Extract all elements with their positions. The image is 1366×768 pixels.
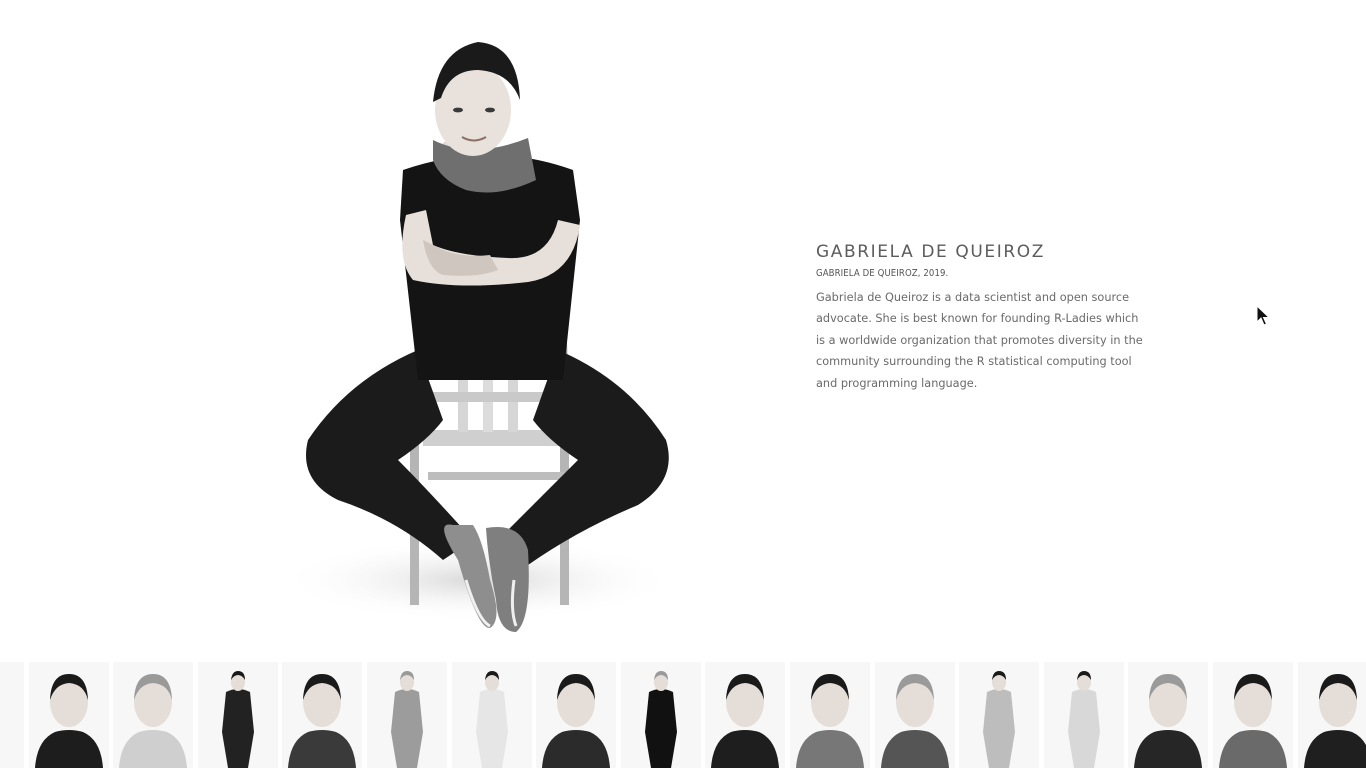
portrait-thumb-13[interactable]: [959, 662, 1040, 768]
artwork-title: GABRIELA DE QUEIROZ: [816, 242, 1045, 262]
artwork-description: Gabriela de Queiroz is a data scientist …: [816, 291, 1143, 390]
portrait-thumb-07[interactable]: [451, 662, 532, 768]
portrait-thumb-08[interactable]: [536, 662, 617, 768]
artwork-subtitle: GABRIELA DE QUEIROZ, 2019.: [816, 268, 949, 279]
portrait-thumb-16[interactable]: [1213, 662, 1293, 768]
portrait-thumb-09[interactable]: [620, 662, 701, 768]
portrait-thumb-15[interactable]: [1128, 662, 1209, 768]
portrait-thumb-14[interactable]: [1043, 662, 1124, 768]
portrait-thumb-05[interactable]: [282, 662, 363, 768]
portrait-thumb-03[interactable]: [113, 662, 194, 768]
portrait-thumb-04[interactable]: [197, 662, 278, 768]
portrait-thumb-02[interactable]: [28, 662, 109, 768]
gallery-page: GABRIELA DE QUEIROZ GABRIELA DE QUEIROZ,…: [0, 0, 1366, 768]
artwork-caption: GABRIELA DE QUEIROZ GABRIELA DE QUEIROZ,…: [816, 242, 1146, 394]
portrait-thumb-17[interactable]: [1297, 662, 1366, 768]
portrait-thumb-06[interactable]: [367, 662, 447, 768]
main-portrait-image: [228, 20, 736, 648]
thumbnail-strip: [0, 662, 1366, 768]
portrait-thumb-11[interactable]: [790, 662, 870, 768]
portrait-thumb-12[interactable]: [874, 662, 955, 768]
portrait-thumb-10[interactable]: [705, 662, 786, 768]
mouse-cursor-icon: [1256, 305, 1270, 326]
portrait-thumb-01[interactable]: [0, 662, 24, 768]
